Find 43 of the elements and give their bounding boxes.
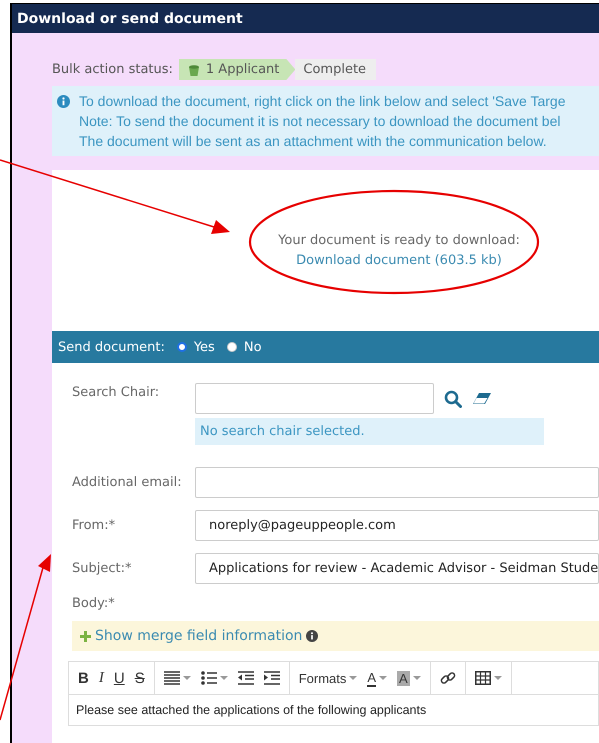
field-label: Search Chair: [72,385,160,400]
info-text: Note: To send the document it is not necessary to download the document bel [79,112,562,131]
info-text: The document will be sent as an attachment with the communication below. [79,132,548,151]
bullet-list-icon [200,671,217,685]
table-icon [474,671,491,685]
info-icon[interactable] [306,630,318,642]
strike-button[interactable]: S [130,665,150,691]
bucket-icon [186,62,201,76]
info-text: To download the document, right click on the link below and select 'Save Targe [79,92,566,111]
ready-message: Your document is ready to download: [278,232,520,250]
radio-option[interactable]: No [226,340,262,354]
outdent-icon [238,671,254,685]
italic-button[interactable]: I [94,665,109,691]
indent-icon [264,671,280,685]
status-step: 1 Applicant [178,59,296,80]
highlight-button[interactable]: A [392,665,426,691]
email-field[interactable] [195,467,599,498]
window-title: Download or send document [17,10,243,26]
info-icon [57,95,70,108]
formats-button[interactable]: Formats [294,665,362,691]
eraser-icon[interactable] [472,392,492,405]
plus-icon [80,630,91,642]
color-button[interactable]: A [362,665,392,691]
field-label: Body:* [72,596,116,611]
send-label: Send document: [58,340,165,354]
body-text: Please see attached the applications of the following applicants [76,703,426,717]
search-field[interactable] [195,383,434,414]
bold-button[interactable]: B [73,665,94,691]
field-label: From:* [72,518,116,533]
field-label: Additional email: [72,475,183,490]
download-link[interactable]: Download document (603.5 kb) [296,250,502,270]
underline-button[interactable]: U [108,665,130,691]
merge-toggle-link[interactable]: Show merge field information [95,628,302,644]
link-icon [440,670,456,686]
status-label: Bulk action status: [52,62,173,77]
search-icon[interactable] [444,390,462,408]
radio-option[interactable]: Yes [176,340,215,354]
chair-status: No search chair selected. [195,418,544,445]
status-step: Complete [295,59,376,80]
from-field[interactable]: noreply@pageuppeople.com [195,510,599,541]
field-label: Subject:* [72,561,132,576]
subject-field[interactable]: Applications for review - Academic Advisor - Seidman Stude [195,553,599,584]
align-icon [164,671,180,685]
